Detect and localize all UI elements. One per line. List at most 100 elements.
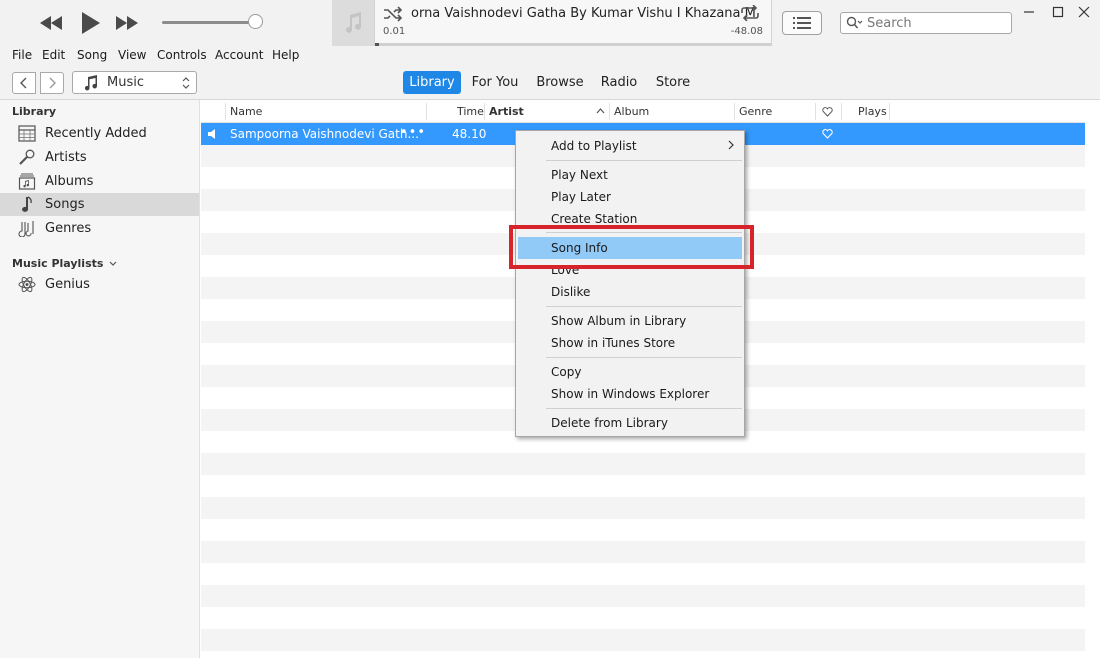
media-kind-select[interactable]: Music — [72, 71, 197, 94]
up-next-button[interactable] — [782, 11, 822, 35]
column-divider — [889, 103, 890, 120]
column-album[interactable]: Album — [614, 105, 649, 118]
menu-edit[interactable]: Edit — [42, 48, 65, 62]
menu-item-add-to-playlist[interactable]: Add to Playlist — [518, 135, 742, 157]
menu-item-label: Show Album in Library — [551, 314, 687, 328]
music-note-icon — [84, 75, 98, 91]
menu-bar: File Edit Song View Controls Account Hel… — [0, 46, 1100, 66]
menu-account[interactable]: Account — [215, 48, 263, 62]
shuffle-icon[interactable] — [383, 6, 403, 22]
sidebar-playlists-header[interactable]: Music Playlists — [12, 257, 117, 270]
back-button[interactable] — [12, 72, 36, 94]
close-icon — [1078, 6, 1090, 18]
play-button[interactable] — [76, 10, 104, 36]
menu-item-show-album-in-library[interactable]: Show Album in Library — [518, 310, 742, 332]
sidebar-item-recently-added[interactable]: Recently Added — [0, 122, 199, 145]
tab-radio[interactable]: Radio — [597, 71, 641, 94]
tab-for-you[interactable]: For You — [466, 71, 524, 94]
fast-forward-icon — [116, 16, 138, 30]
media-kind-label: Music — [107, 75, 144, 90]
search-box[interactable] — [840, 12, 1012, 34]
menu-item-dislike[interactable]: Dislike — [518, 281, 742, 303]
menu-view[interactable]: View — [118, 48, 146, 62]
sidebar-item-genius[interactable]: Genius — [0, 273, 199, 296]
sidebar-item-genres[interactable]: Genres — [0, 217, 199, 240]
column-divider — [426, 103, 427, 120]
song-name: Sampoorna Vaishnodevi Gath... — [230, 127, 419, 141]
minimize-button[interactable] — [1016, 2, 1042, 22]
music-note-icon — [22, 196, 32, 212]
column-time[interactable]: Time — [457, 105, 484, 118]
menu-item-play-later[interactable]: Play Later — [518, 186, 742, 208]
now-playing-title: orna Vaishnodevi Gatha By Kumar Vishu I … — [411, 6, 756, 21]
sidebar-item-albums[interactable]: Albums — [0, 170, 199, 193]
search-input[interactable] — [867, 14, 1007, 32]
column-genre[interactable]: Genre — [739, 105, 772, 118]
menu-help[interactable]: Help — [272, 48, 299, 62]
context-menu: Add to Playlist Play Next Play Later Cre… — [515, 130, 745, 437]
heart-icon[interactable] — [822, 129, 833, 139]
tab-store[interactable]: Store — [651, 71, 695, 94]
sort-ascending-icon — [596, 108, 605, 114]
menu-song[interactable]: Song — [77, 48, 107, 62]
chevron-down-icon — [109, 261, 117, 266]
menu-separator — [546, 160, 742, 161]
nav-bar: Music Library For You Browse Radio Store — [0, 66, 1100, 100]
scrollbar-track[interactable] — [1085, 100, 1100, 658]
column-artist[interactable]: Artist — [489, 105, 524, 118]
updown-chevron-icon — [182, 77, 190, 89]
maximize-icon — [1052, 6, 1064, 18]
column-divider — [609, 103, 610, 120]
menu-file[interactable]: File — [12, 48, 32, 62]
menu-item-label: Dislike — [551, 285, 591, 299]
song-time: 48.10 — [452, 127, 487, 141]
menu-separator — [546, 357, 742, 358]
volume-slider[interactable] — [162, 21, 258, 24]
search-icon — [846, 16, 864, 33]
now-playing-display: orna Vaishnodevi Gatha By Kumar Vishu I … — [374, 0, 772, 46]
annotation-highlight-box — [509, 225, 754, 269]
menu-item-play-next[interactable]: Play Next — [518, 164, 742, 186]
volume-knob[interactable] — [248, 14, 263, 29]
menu-item-label: Create Station — [551, 212, 638, 226]
sidebar-item-label: Songs — [45, 197, 85, 212]
menu-item-show-in-itunes-store[interactable]: Show in iTunes Store — [518, 332, 742, 354]
speaker-icon — [208, 129, 215, 139]
minimize-icon — [1024, 11, 1034, 13]
more-options-button[interactable]: ••• — [400, 125, 426, 140]
menu-item-copy[interactable]: Copy — [518, 361, 742, 383]
menu-item-show-in-windows-explorer[interactable]: Show in Windows Explorer — [518, 383, 742, 405]
rewind-icon — [40, 16, 62, 30]
column-plays[interactable]: Plays — [858, 105, 887, 118]
heart-column-icon[interactable] — [822, 107, 833, 117]
close-button[interactable] — [1071, 2, 1097, 22]
player-bar: orna Vaishnodevi Gatha By Kumar Vishu I … — [0, 0, 1100, 46]
tab-browse[interactable]: Browse — [533, 71, 587, 94]
fast-forward-button[interactable] — [112, 10, 142, 36]
sidebar-item-songs[interactable]: Songs — [0, 193, 199, 216]
menu-controls[interactable]: Controls — [157, 48, 207, 62]
forward-button[interactable] — [40, 72, 64, 94]
chevron-right-icon — [49, 77, 56, 89]
sidebar-item-label: Genres — [45, 221, 92, 236]
genius-atom-icon — [18, 276, 36, 293]
tab-library[interactable]: Library — [403, 71, 461, 94]
list-icon — [793, 17, 811, 29]
menu-item-label: Show in iTunes Store — [551, 336, 676, 350]
menu-item-label: Copy — [551, 365, 582, 379]
sidebar-item-label: Albums — [45, 174, 94, 189]
menu-separator — [546, 408, 742, 409]
column-header-row: Name Time Artist Album Genre Plays — [201, 100, 1085, 123]
menu-item-delete-from-library[interactable]: Delete from Library — [518, 412, 742, 434]
rewind-button[interactable] — [36, 10, 66, 36]
sidebar-item-label: Genius — [45, 277, 90, 292]
menu-item-label: Delete from Library — [551, 416, 668, 430]
maximize-button[interactable] — [1045, 2, 1071, 22]
menu-separator — [546, 306, 742, 307]
album-stack-icon — [18, 173, 36, 190]
column-name[interactable]: Name — [230, 105, 262, 118]
sidebar-item-artists[interactable]: Artists — [0, 146, 199, 169]
chevron-left-icon — [20, 77, 27, 89]
repeat-icon[interactable] — [739, 5, 761, 21]
music-note-icon — [346, 12, 361, 33]
